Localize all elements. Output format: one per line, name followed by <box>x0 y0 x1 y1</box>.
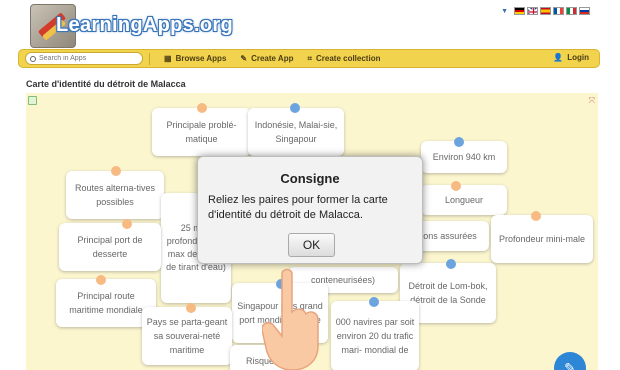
flag-ru-icon[interactable] <box>579 7 590 15</box>
login-label: Login <box>567 53 589 62</box>
create-app-label: Create App <box>251 54 294 63</box>
flag-it-icon[interactable] <box>566 7 577 15</box>
pointer-hand-icon <box>262 268 319 370</box>
ok-button[interactable]: OK <box>288 233 335 257</box>
user-icon: 👤 <box>553 53 564 62</box>
flag-en-icon[interactable] <box>527 7 538 15</box>
instruction-dialog: Consigne Reliez les paires pour former l… <box>197 156 423 264</box>
browse-apps-link[interactable]: ▦ Browse Apps <box>164 54 226 63</box>
language-dropdown-icon[interactable]: ▼ <box>501 8 508 15</box>
create-collection-link[interactable]: ⌗ Create collection <box>307 54 380 64</box>
search-icon <box>30 55 36 62</box>
login-link[interactable]: 👤 Login <box>553 53 589 62</box>
language-bar: ▼ <box>501 7 590 15</box>
grid-icon: ▦ <box>164 54 172 63</box>
dialog-message: Reliez les paires pour former la carte d… <box>208 194 388 221</box>
nav-bar: ▦ Browse Apps ✎ Create App ⌗ Create coll… <box>18 49 600 68</box>
create-app-link[interactable]: ✎ Create App <box>240 54 293 63</box>
flag-es-icon[interactable] <box>540 7 551 15</box>
create-collection-label: Create collection <box>316 54 381 63</box>
logo-text: LearningApps.org <box>56 14 234 36</box>
pencil-icon: ✎ <box>564 359 576 370</box>
dialog-title: Consigne <box>280 171 340 186</box>
search-box[interactable] <box>25 52 143 65</box>
search-input[interactable] <box>39 55 139 62</box>
pencil-icon: ✎ <box>240 54 248 63</box>
page-title: Carte d'identité du détroit de Malacca <box>26 79 186 89</box>
collection-icon: ⌗ <box>307 53 312 63</box>
flag-fr-icon[interactable] <box>553 7 564 15</box>
browse-apps-label: Browse Apps <box>175 54 227 63</box>
flag-de-icon[interactable] <box>514 7 525 15</box>
logo[interactable]: LearningApps.org <box>22 4 233 50</box>
